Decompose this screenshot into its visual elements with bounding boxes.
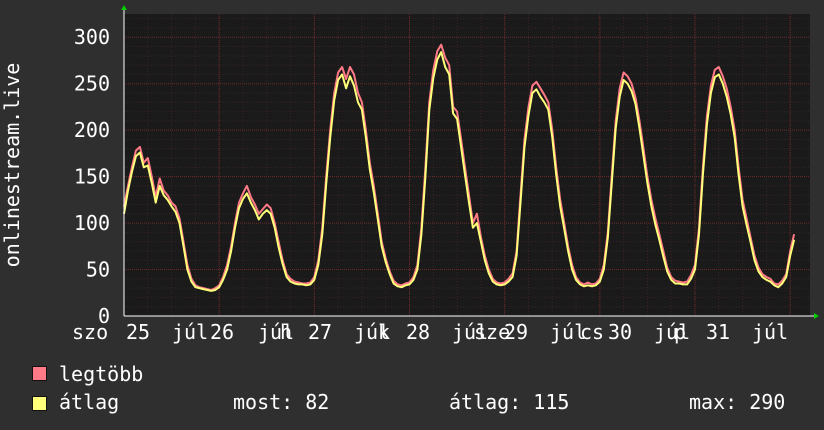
x-tick-label: cs	[580, 320, 604, 344]
x-tick-label: 26	[210, 320, 234, 344]
y-axis-arrow	[121, 5, 127, 10]
y-tick-label: 200	[74, 118, 110, 142]
x-tick-label: júl	[752, 320, 788, 344]
x-axis-arrow	[814, 313, 819, 319]
x-tick-label: p	[674, 320, 686, 344]
x-tick-label: 30	[608, 320, 632, 344]
x-tick-label: h	[280, 320, 292, 344]
x-tick-label: 25	[126, 320, 150, 344]
y-tick-label: 50	[86, 258, 110, 282]
y-tick-label: 150	[74, 165, 110, 189]
legend-label-legtobb: legtöbb	[59, 362, 144, 386]
legend-swatch-atlag	[32, 396, 47, 411]
y-tick-label: 100	[74, 211, 110, 235]
stat-max: max: 290	[689, 390, 786, 414]
x-tick-label: k	[378, 320, 390, 344]
x-tick-label: 29	[504, 320, 528, 344]
y-tick-label: 300	[74, 25, 110, 49]
x-tick-label: júl	[172, 320, 208, 344]
stat-average: átlag: 115	[449, 390, 570, 414]
y-tick-label: 250	[74, 72, 110, 96]
x-tick-label: 31	[706, 320, 730, 344]
stat-current: most: 82	[233, 390, 330, 414]
legend-label-atlag: átlag	[59, 390, 120, 414]
x-tick-label: 27	[308, 320, 332, 344]
x-tick-label: 28	[406, 320, 430, 344]
x-tick-label: szo	[72, 320, 108, 344]
legend-swatch-legtobb	[32, 366, 47, 381]
y-axis-label: onlinestream.live	[0, 63, 24, 268]
